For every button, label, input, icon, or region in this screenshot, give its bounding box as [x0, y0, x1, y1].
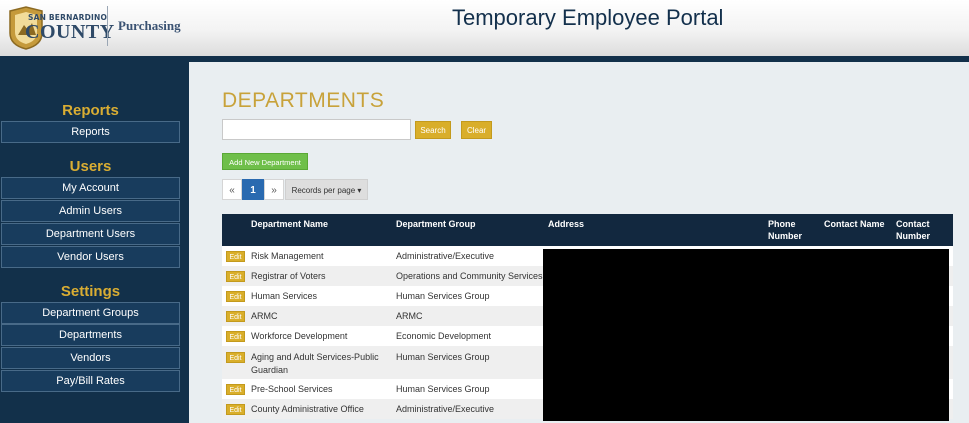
department-group: Operations and Community Services: [396, 271, 543, 281]
col-contact-number: Contact Number: [896, 219, 931, 241]
col-department-name: Department Name: [251, 219, 329, 229]
sidebar-item-department-users[interactable]: Department Users: [1, 223, 180, 245]
search-input[interactable]: [222, 119, 411, 140]
edit-button[interactable]: Edit: [226, 331, 245, 342]
sidebar-item-department-groups[interactable]: Department Groups: [1, 302, 180, 324]
add-new-department-button[interactable]: Add New Department: [222, 153, 308, 170]
department-group: Administrative/Executive: [396, 404, 495, 414]
department-group: Human Services Group: [396, 291, 490, 301]
nav-heading-settings: Settings: [60, 283, 121, 300]
col-contact-name: Contact Name: [824, 219, 885, 229]
header: SAN BERNARDINO COUNTY Purchasing Tempora…: [0, 0, 969, 56]
department-name: Aging and Adult Services-Public Guardian: [251, 352, 379, 375]
sidebar-item-departments[interactable]: Departments: [1, 324, 180, 346]
department-name: ARMC: [251, 311, 278, 321]
department-group: ARMC: [396, 311, 423, 321]
edit-button[interactable]: Edit: [226, 311, 245, 322]
department-name: Pre-School Services: [251, 384, 333, 394]
edit-button[interactable]: Edit: [226, 384, 245, 395]
department-name: Registrar of Voters: [251, 271, 326, 281]
pager-prev[interactable]: «: [222, 179, 242, 200]
sidebar-item-vendor-users[interactable]: Vendor Users: [1, 246, 180, 268]
sidebar-item-reports[interactable]: Reports: [1, 121, 180, 143]
edit-button[interactable]: Edit: [226, 271, 245, 282]
county-logo[interactable]: SAN BERNARDINO COUNTY: [6, 3, 114, 51]
table-header: Department Name Department Group Address…: [222, 214, 953, 246]
department-group: Economic Development: [396, 331, 492, 341]
department-group: Human Services Group: [396, 384, 490, 394]
col-address: Address: [548, 219, 585, 229]
clear-button[interactable]: Clear: [461, 121, 492, 139]
logo-county-text: COUNTY: [25, 21, 115, 43]
nav-heading-users: Users: [69, 158, 112, 175]
search-button[interactable]: Search: [415, 121, 451, 139]
edit-button[interactable]: Edit: [226, 352, 245, 363]
col-department-group: Department Group: [396, 219, 476, 229]
department-name: Human Services: [251, 291, 318, 301]
records-per-page-dropdown[interactable]: Records per page ▾: [285, 179, 368, 200]
page-title: DEPARTMENTS: [222, 89, 385, 112]
department-label: Purchasing: [118, 18, 181, 33]
sidebar-item-pay-bill-rates[interactable]: Pay/Bill Rates: [1, 370, 180, 392]
logo-divider: [107, 6, 108, 46]
department-name: Risk Management: [251, 251, 324, 261]
nav-heading-reports: Reports: [62, 102, 119, 119]
sidebar-item-vendors[interactable]: Vendors: [1, 347, 180, 369]
redacted-block: [543, 249, 949, 421]
edit-button[interactable]: Edit: [226, 404, 245, 415]
sidebar-item-my-account[interactable]: My Account: [1, 177, 180, 199]
pager-next[interactable]: »: [264, 179, 284, 200]
app-title: Temporary Employee Portal: [452, 5, 724, 30]
edit-button[interactable]: Edit: [226, 291, 245, 302]
edit-button[interactable]: Edit: [226, 251, 245, 262]
pager-page-1[interactable]: 1: [242, 179, 264, 200]
department-group: Human Services Group: [396, 352, 490, 362]
sidebar-item-admin-users[interactable]: Admin Users: [1, 200, 180, 222]
sidebar: Reports Reports Users My Account Admin U…: [0, 62, 189, 423]
department-name: Workforce Development: [251, 331, 348, 341]
col-phone-number: Phone Number: [768, 219, 803, 241]
department-group: Administrative/Executive: [396, 251, 495, 261]
department-name: County Administrative Office: [251, 404, 364, 414]
